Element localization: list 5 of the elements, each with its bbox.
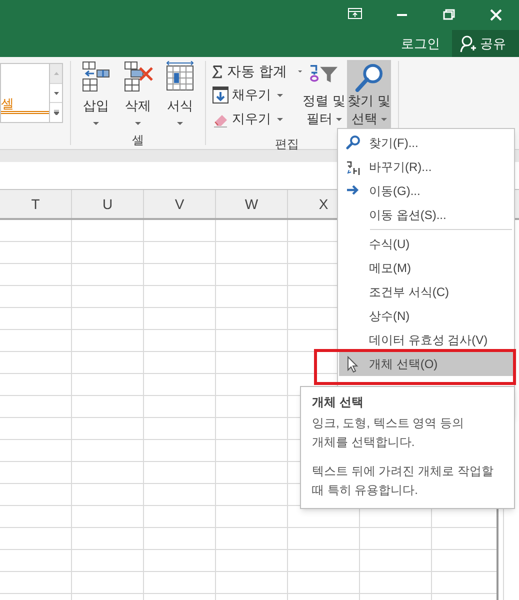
tooltip-title: 개체 선택 <box>312 394 364 411</box>
group-label: 편집 <box>275 136 299 153</box>
tooltip-text: 텍스트 뒤에 가려진 개체로 작업할 때 특히 유용합니다. <box>312 463 494 499</box>
tooltip-text: 잉크, 도형, 텍스트 영역 등의 개체를 선택합니다. <box>312 415 466 451</box>
group-label: 셀 <box>131 132 145 149</box>
